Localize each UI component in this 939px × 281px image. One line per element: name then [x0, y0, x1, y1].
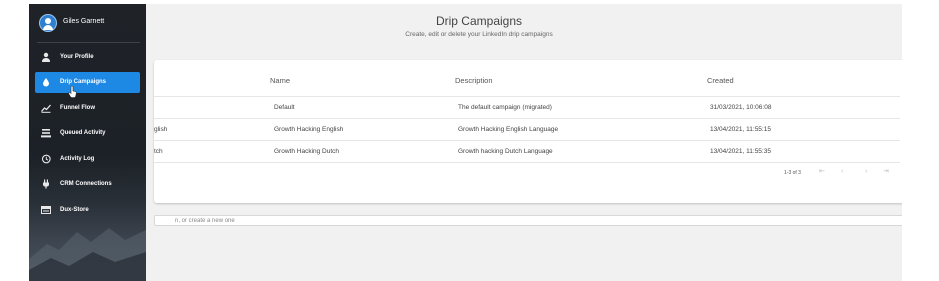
funnel-icon [41, 104, 51, 113]
row-name-cell: Growth Hacking Dutch [274, 148, 340, 155]
row-created-cell: 13/04/2021, 11:55:35 [710, 148, 771, 155]
search-input-placeholder: n, or create a new one [175, 218, 235, 224]
drop-icon [43, 78, 49, 87]
row-name-cell: Default [274, 104, 295, 111]
sidebar-item-crm-connections[interactable]: CRM Connections [35, 174, 140, 195]
queue-icon [41, 129, 51, 138]
table-bottom-divider [154, 162, 900, 163]
row-name-cell: Growth Hacking English [274, 126, 344, 133]
last-page-icon[interactable]: ⇥ [883, 167, 889, 177]
sidebar-item-label: Your Profile [60, 54, 94, 60]
avatar[interactable] [39, 14, 57, 32]
sidebar-divider [37, 42, 140, 43]
sidebar-item-drip-campaigns[interactable]: Drip Campaigns [35, 72, 140, 93]
person-icon [42, 52, 50, 62]
sidebar: Giles Garnett Your Profile Drip Campaign… [29, 4, 146, 281]
sidebar-item-label: Queued Activity [60, 130, 106, 136]
hand-cursor-icon [68, 86, 77, 98]
table-row[interactable]: Default The default campaign (migrated) … [154, 96, 900, 119]
row-partial-cell: tch [154, 148, 163, 155]
sidebar-item-your-profile[interactable]: Your Profile [35, 47, 140, 68]
sidebar-item-activity-log[interactable]: Activity Log [35, 149, 140, 170]
row-description-cell: Growth Hacking English Language [458, 126, 559, 133]
first-page-icon[interactable]: ⇤ [819, 167, 825, 177]
sidebar-item-label: Dux-Store [60, 207, 89, 213]
next-page-icon[interactable]: › [865, 167, 867, 177]
right-margin [902, 0, 939, 281]
previous-page-icon[interactable]: ‹ [841, 167, 843, 177]
column-header-created[interactable]: Created [707, 76, 734, 85]
row-description-cell: The default campaign (migrated) [458, 104, 552, 111]
column-header-name[interactable]: Name [270, 76, 290, 85]
table-row[interactable]: tch Growth Hacking Dutch Growth hacking … [154, 140, 900, 163]
user-name: Giles Garnett [63, 18, 105, 25]
row-partial-cell: glish [154, 126, 168, 133]
sidebar-item-funnel-flow[interactable]: Funnel Flow [35, 98, 140, 119]
sidebar-item-label: Drip Campaigns [60, 79, 107, 85]
page-subtitle: Create, edit or delete your LinkedIn dri… [405, 31, 553, 38]
sidebar-item-dux-store[interactable]: Dux-Store [35, 200, 140, 221]
store-icon [41, 206, 51, 214]
campaigns-table-card: Name Description Created Default The def… [154, 60, 909, 203]
plug-icon [43, 179, 49, 189]
row-created-cell: 13/04/2021, 11:55:15 [710, 126, 771, 133]
sidebar-item-label: Activity Log [60, 156, 95, 162]
avatar-head-shape [45, 18, 51, 24]
page-title: Drip Campaigns [435, 14, 523, 28]
search-input[interactable]: n, or create a new one [154, 215, 909, 226]
sidebar-item-label: Funnel Flow [60, 105, 95, 111]
sidebar-item-label: CRM Connections [60, 181, 112, 187]
main-content: Drip Campaigns Create, edit or delete yo… [29, 4, 909, 281]
row-description-cell: Growth hacking Dutch Language [458, 148, 553, 155]
history-icon [41, 154, 51, 164]
avatar-body-shape [43, 25, 53, 30]
pagination-range: 1-3 of 3 [784, 170, 801, 176]
sidebar-item-queued-activity[interactable]: Queued Activity [35, 123, 140, 144]
left-margin [0, 0, 29, 281]
table-header: Name Description Created [154, 76, 909, 93]
column-header-description[interactable]: Description [455, 76, 493, 85]
row-created-cell: 31/03/2021, 10:06:08 [710, 104, 772, 111]
table-row[interactable]: glish Growth Hacking English Growth Hack… [154, 118, 900, 141]
user-profile-header[interactable]: Giles Garnett [29, 4, 146, 40]
